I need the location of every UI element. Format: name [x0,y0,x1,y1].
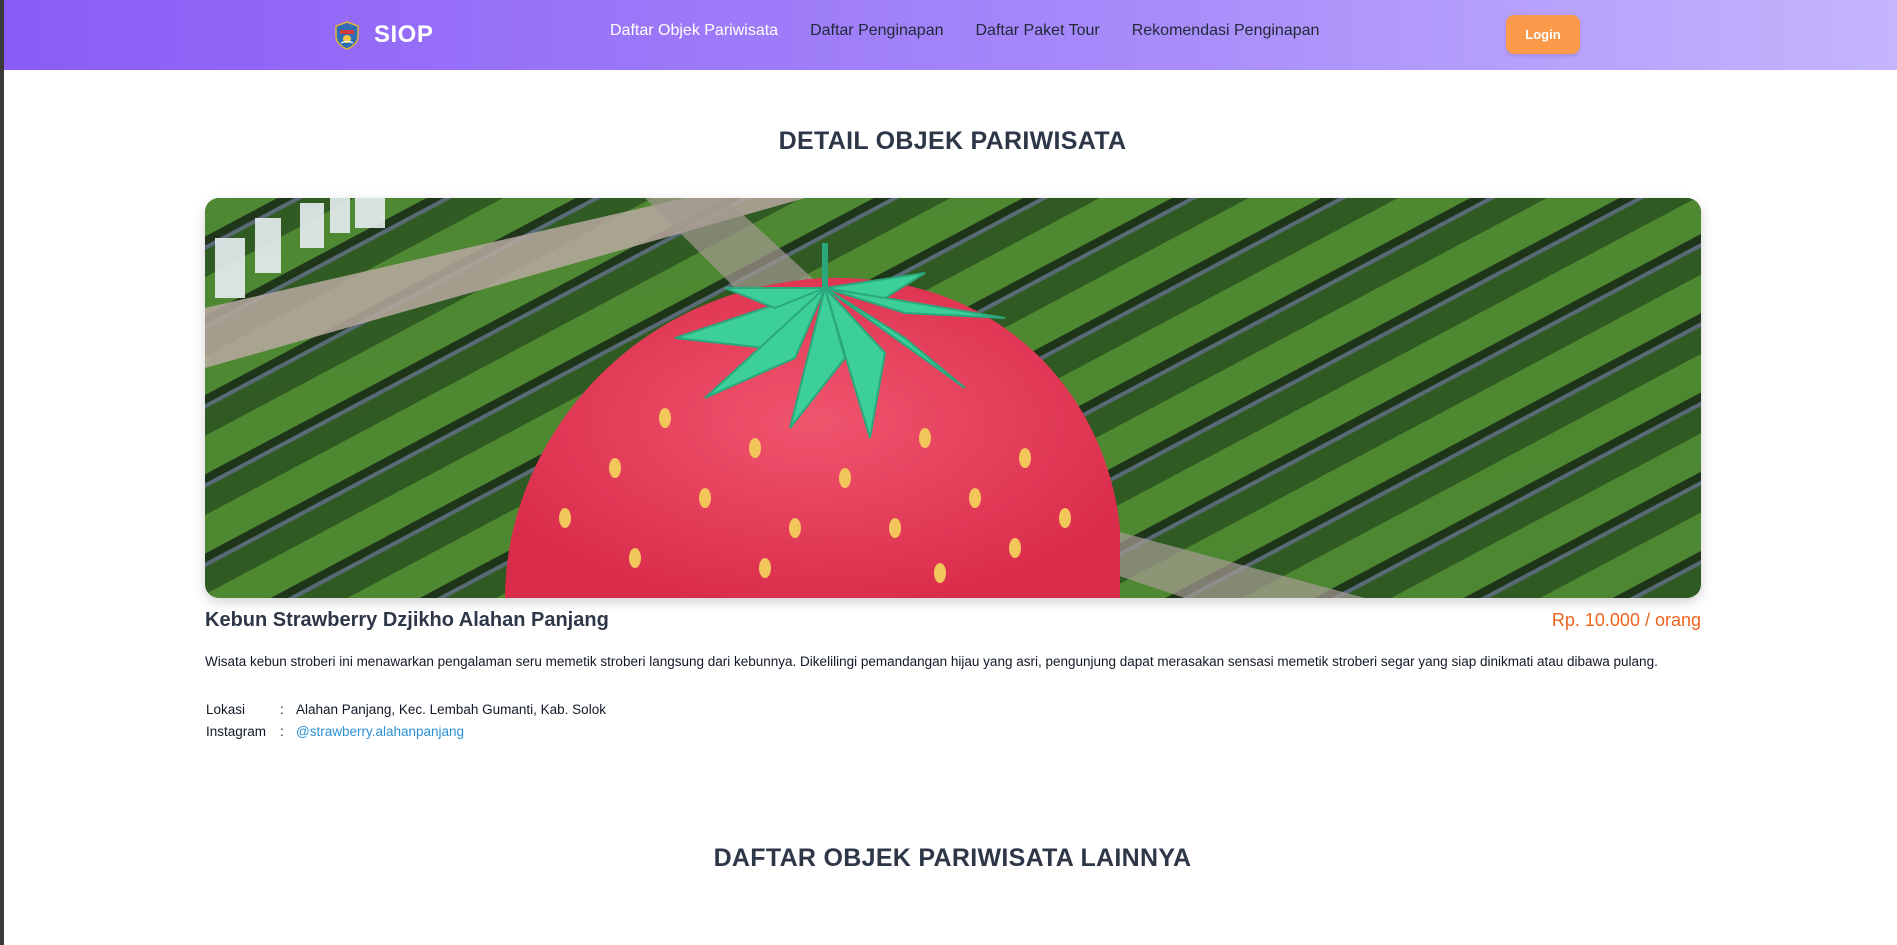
object-price: Rp. 10.000 / orang [1551,610,1701,630]
location-value: Alahan Panjang, Kec. Lembah Gumanti, Kab… [296,701,606,717]
info-row-instagram: Instagram : @strawberry.alahanpanjang [206,720,606,742]
brand-name: SIOP [374,21,434,48]
hero-image [205,198,1701,598]
info-row-location: Lokasi : Alahan Panjang, Kec. Lembah Gum… [206,698,606,720]
other-objects-section-title: DAFTAR OBJEK PARIWISATA LAINNYA [713,844,1192,872]
nav-link-paket-tour[interactable]: Daftar Paket Tour [976,22,1100,40]
location-label: Lokasi [206,701,246,717]
detail-section-title: DETAIL OBJEK PARIWISATA [778,127,1127,155]
instagram-label: Instagram [206,723,267,739]
strawberry-garden-photo [205,198,1701,598]
object-name: Kebun Strawberry Dzjikho Alahan Panjang [205,609,609,631]
instagram-link[interactable]: @strawberry.alahanpanjang [296,724,464,739]
nav-link-objek-pariwisata[interactable]: Daftar Objek Pariwisata [610,22,778,40]
object-info-table: Lokasi : Alahan Panjang, Kec. Lembah Gum… [206,698,606,742]
top-navbar: SIOP Daftar Objek Pariwisata Daftar Peng… [4,0,1897,70]
nav-link-rekomendasi-penginapan[interactable]: Rekomendasi Penginapan [1132,22,1320,40]
nav-link-penginapan[interactable]: Daftar Penginapan [810,22,943,40]
object-description: Wisata kebun stroberi ini menawarkan pen… [205,654,1658,669]
location-separator: : [280,701,284,717]
login-button[interactable]: Login [1506,15,1580,54]
brand[interactable]: SIOP [332,18,433,52]
regional-emblem-icon [335,21,359,50]
main-nav: Daftar Objek Pariwisata Daftar Penginapa… [610,22,1319,40]
instagram-separator: : [280,723,284,739]
